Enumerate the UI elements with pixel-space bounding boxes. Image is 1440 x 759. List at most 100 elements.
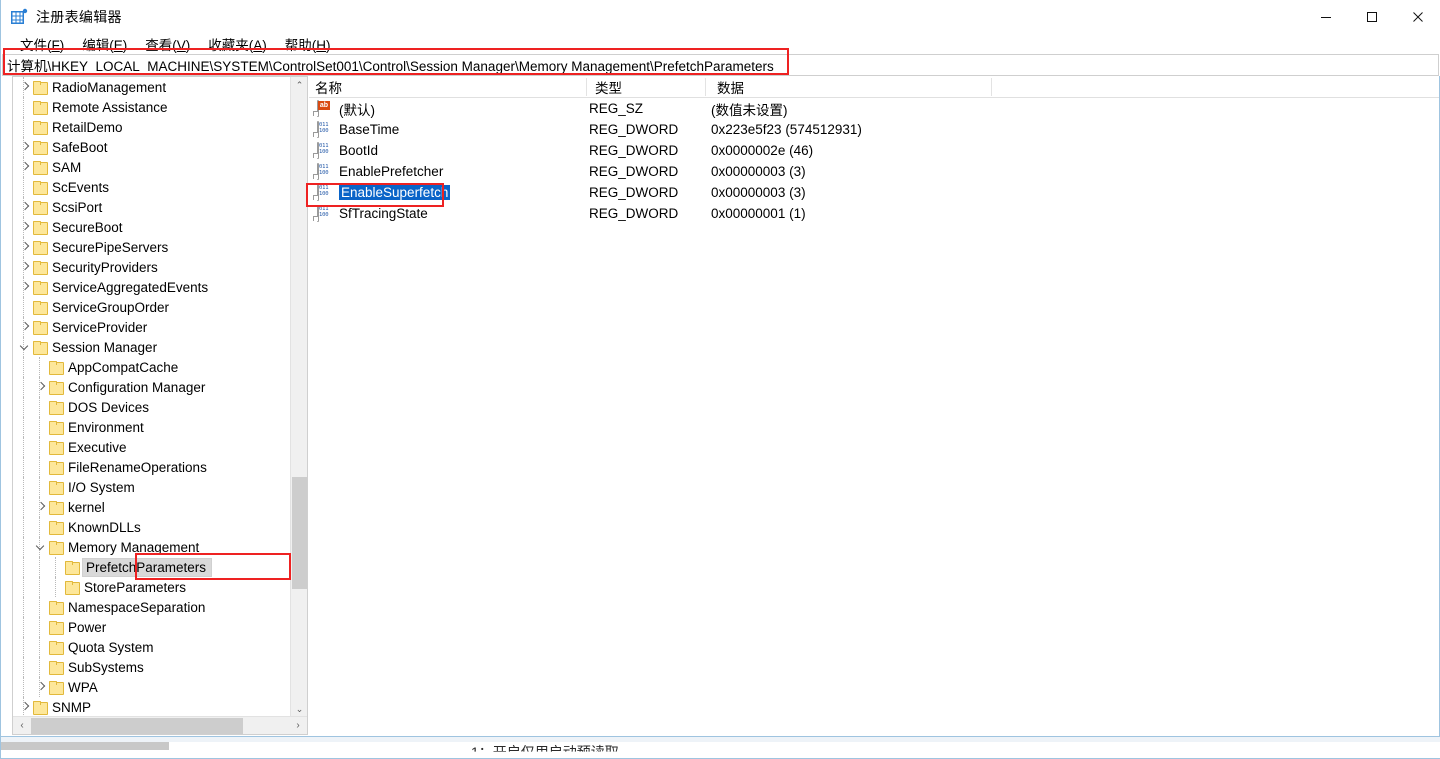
tree-item-quota-system[interactable]: Quota System — [13, 637, 290, 657]
tree-item-radiomanagement[interactable]: RadioManagement — [13, 77, 290, 97]
tree-item-filerenameoperations[interactable]: FileRenameOperations — [13, 457, 290, 477]
tree-guide-line — [39, 557, 40, 577]
tree-item-safeboot[interactable]: SafeBoot — [13, 137, 290, 157]
chevron-right-icon[interactable] — [17, 239, 33, 255]
tree-item-configuration-manager[interactable]: Configuration Manager — [13, 377, 290, 397]
tree-item-label: SecureBoot — [52, 219, 123, 235]
tree-scroll-left-icon[interactable]: ‹ — [13, 717, 31, 734]
chevron-right-icon[interactable] — [33, 679, 49, 695]
column-header-name[interactable]: 名称 — [309, 76, 342, 98]
menu-view[interactable]: 查看(V) — [136, 33, 199, 55]
table-row[interactable]: 011100 BootId REG_DWORD 0x0000002e (46) — [309, 140, 1439, 161]
tree-item-label: WPA — [68, 679, 98, 695]
tree-item-serviceaggregatedevents[interactable]: ServiceAggregatedEvents — [13, 277, 290, 297]
tree-item-i-o-system[interactable]: I/O System — [13, 477, 290, 497]
tree-no-expander — [17, 299, 33, 315]
address-bar-input[interactable]: 计算机\HKEY_LOCAL_MACHINE\SYSTEM\ControlSet… — [2, 54, 1439, 76]
menu-view-tail: ) — [185, 37, 191, 53]
tree-item-remote-assistance[interactable]: Remote Assistance — [13, 97, 290, 117]
tree-item-serviceprovider[interactable]: ServiceProvider — [13, 317, 290, 337]
registry-tree[interactable]: RadioManagement Remote Assistance RetailDe… — [13, 77, 290, 718]
tree-guide-line — [23, 477, 24, 497]
tree-item-storeparameters[interactable]: StoreParameters — [13, 577, 290, 597]
tree-item-label: ServiceGroupOrder — [52, 299, 170, 315]
tree-horizontal-scrollbar[interactable]: ‹ › — [13, 716, 307, 734]
chevron-right-icon[interactable] — [17, 139, 33, 155]
column-header-data[interactable]: 数据 — [711, 76, 744, 98]
chevron-right-icon[interactable] — [17, 219, 33, 235]
chevron-down-icon[interactable] — [33, 539, 49, 555]
table-row[interactable]: 011100 EnablePrefetcher REG_DWORD 0x0000000… — [309, 161, 1439, 182]
menu-edit[interactable]: 编辑(E) — [73, 33, 136, 55]
values-list[interactable]: ab (默认) REG_SZ (数值未设置) 011100 BaseTime REG_DWO… — [309, 98, 1439, 224]
tree-item-prefetchparameters[interactable]: PrefetchParameters — [13, 557, 290, 577]
tree-item-sam[interactable]: SAM — [13, 157, 290, 177]
chevron-right-icon[interactable] — [17, 319, 33, 335]
tree-item-subsystems[interactable]: SubSystems — [13, 657, 290, 677]
tree-guide-line — [23, 577, 24, 597]
chevron-right-icon[interactable] — [17, 79, 33, 95]
tree-item-kernel[interactable]: kernel — [13, 497, 290, 517]
tree-scroll-right-icon[interactable]: › — [289, 717, 307, 734]
folder-icon — [49, 481, 64, 495]
folder-icon — [33, 301, 48, 315]
maximize-button[interactable] — [1349, 0, 1395, 33]
tree-item-retaildemo[interactable]: RetailDemo — [13, 117, 290, 137]
tree-item-scevents[interactable]: ScEvents — [13, 177, 290, 197]
menu-view-mnemonic: V — [176, 37, 186, 53]
tree-horizontal-scroll-thumb[interactable] — [31, 718, 243, 734]
tree-item-securepipeservers[interactable]: SecurePipeServers — [13, 237, 290, 257]
tree-guide-line — [23, 517, 24, 537]
menu-favorites[interactable]: 收藏夹(A) — [199, 33, 276, 55]
column-divider-1[interactable] — [586, 78, 587, 96]
tree-item-snmp[interactable]: SNMP — [13, 697, 290, 717]
tree-item-dos-devices[interactable]: DOS Devices — [13, 397, 290, 417]
chevron-right-icon[interactable] — [17, 159, 33, 175]
menu-help[interactable]: 帮助(H) — [276, 33, 340, 55]
folder-icon — [49, 641, 64, 655]
tree-item-secureboot[interactable]: SecureBoot — [13, 217, 290, 237]
tree-vertical-scroll-thumb[interactable] — [292, 477, 307, 589]
tree-item-label: SNMP — [52, 699, 92, 715]
chevron-right-icon[interactable] — [17, 699, 33, 715]
chevron-right-icon[interactable] — [33, 499, 49, 515]
menu-file-text: 文件( — [20, 37, 52, 53]
tree-item-servicegrouporder[interactable]: ServiceGroupOrder — [13, 297, 290, 317]
tree-no-expander — [33, 399, 49, 415]
chevron-right-icon[interactable] — [17, 279, 33, 295]
table-row[interactable]: 011100 BaseTime REG_DWORD 0x223e5f23 (57451… — [309, 119, 1439, 140]
chevron-down-icon[interactable] — [17, 339, 33, 355]
column-divider-3[interactable] — [991, 78, 992, 96]
tree-item-label: kernel — [68, 499, 105, 515]
tree-item-appcompatcache[interactable]: AppCompatCache — [13, 357, 290, 377]
tree-item-session-manager[interactable]: Session Manager — [13, 337, 290, 357]
window-controls — [1303, 0, 1440, 33]
registry-editor-icon — [10, 8, 28, 26]
chevron-right-icon[interactable] — [17, 199, 33, 215]
column-header-type[interactable]: 类型 — [589, 76, 622, 98]
column-divider-2[interactable] — [705, 78, 706, 96]
table-row[interactable]: 011100 SfTracingState REG_DWORD 0x00000001 … — [309, 203, 1439, 224]
tree-item-wpa[interactable]: WPA — [13, 677, 290, 697]
tree-item-memory-management[interactable]: Memory Management — [13, 537, 290, 557]
tree-item-power[interactable]: Power — [13, 617, 290, 637]
chevron-right-icon[interactable] — [17, 259, 33, 275]
minimize-button[interactable] — [1303, 0, 1349, 33]
string-value-icon: ab — [313, 100, 333, 117]
tree-item-executive[interactable]: Executive — [13, 437, 290, 457]
tree-item-securityproviders[interactable]: SecurityProviders — [13, 257, 290, 277]
table-row[interactable]: 011100 EnableSuperfetch REG_DWORD 0x0000000… — [309, 182, 1439, 203]
menu-help-mnemonic: H — [316, 37, 327, 53]
tree-guide-line — [23, 377, 24, 397]
tree-vertical-scrollbar[interactable]: ⌃ ⌄ — [290, 77, 307, 718]
tree-scroll-up-icon[interactable]: ⌃ — [291, 77, 307, 94]
chevron-right-icon[interactable] — [33, 379, 49, 395]
table-row[interactable]: ab (默认) REG_SZ (数值未设置) — [309, 98, 1439, 119]
tree-item-environment[interactable]: Environment — [13, 417, 290, 437]
folder-icon — [33, 181, 48, 195]
tree-item-knowndlls[interactable]: KnownDLLs — [13, 517, 290, 537]
menu-file[interactable]: 文件(F) — [11, 33, 73, 55]
tree-item-scsiport[interactable]: ScsiPort — [13, 197, 290, 217]
close-button[interactable] — [1395, 0, 1440, 33]
tree-item-namespaceseparation[interactable]: NamespaceSeparation — [13, 597, 290, 617]
